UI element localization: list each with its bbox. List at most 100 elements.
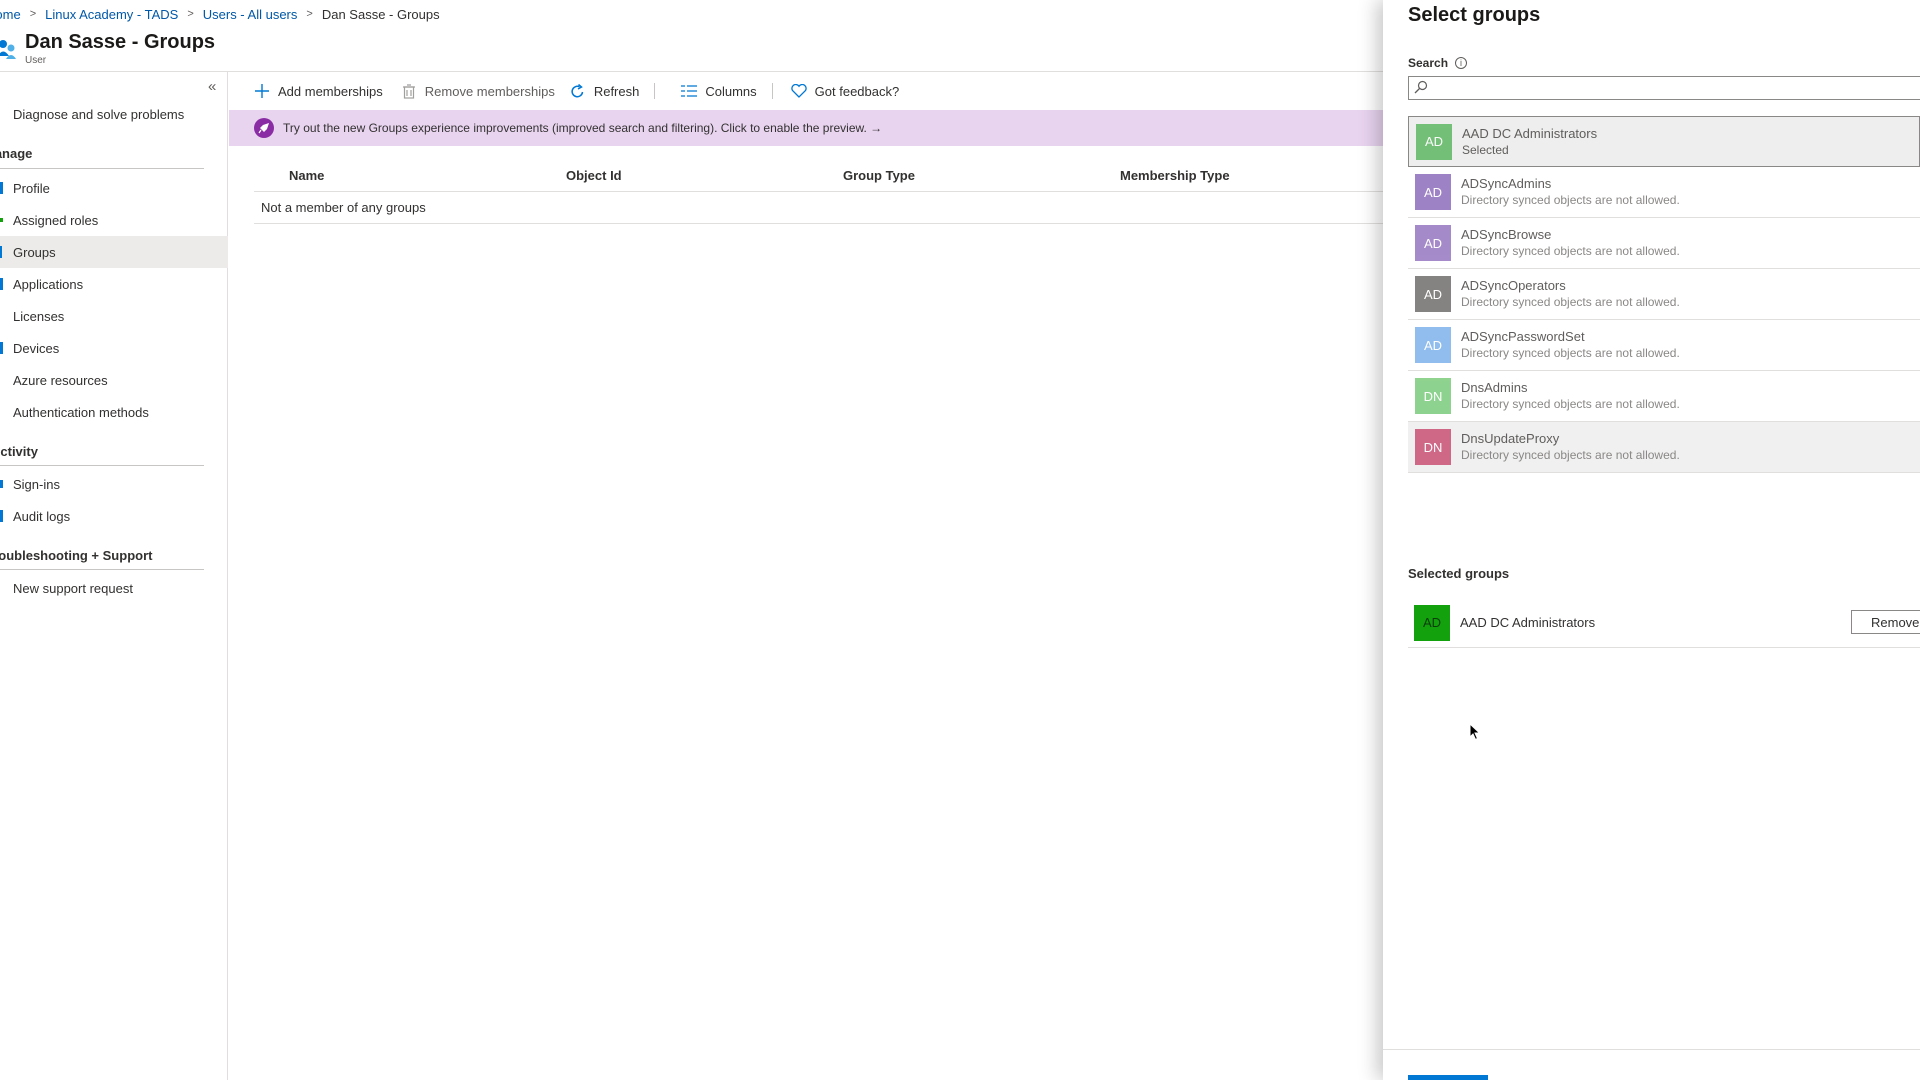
sidebar-item-audit-logs[interactable]: Audit logs — [0, 500, 228, 532]
group-avatar: AD — [1415, 327, 1451, 363]
breadcrumb-directory[interactable]: Linux Academy - TADS — [45, 7, 178, 22]
select-button[interactable] — [1408, 1075, 1488, 1080]
applications-icon — [0, 278, 3, 290]
group-avatar: AD — [1416, 123, 1452, 160]
sidebar-item-devices[interactable]: Devices — [0, 332, 228, 364]
columns-button[interactable]: Columns — [647, 76, 757, 106]
sidebar-item-diagnose[interactable]: Diagnose and solve problems — [0, 98, 228, 130]
sidebar-item-label: Devices — [13, 340, 60, 356]
empty-message: Not a member of any groups — [261, 200, 426, 215]
list-item[interactable]: AD AAD DC Administrators Selected — [1408, 116, 1920, 167]
group-name: ADSyncBrowse — [1461, 227, 1552, 242]
sidebar-item-applications[interactable]: Applications — [0, 268, 228, 300]
sidebar-item-label: Audit logs — [13, 508, 71, 524]
sidebar-item-label: Licenses — [13, 308, 65, 324]
list-item[interactable]: AD ADSyncOperators Directory synced obje… — [1408, 269, 1920, 320]
mouse-cursor-icon — [1469, 723, 1481, 741]
page-title: Dan Sasse - Groups — [25, 31, 216, 53]
heart-icon — [790, 83, 807, 99]
group-avatar: DN — [1415, 378, 1451, 414]
section-divider — [0, 569, 204, 570]
remove-memberships-button[interactable]: Remove memberships — [383, 76, 555, 106]
group-name: ADSyncPasswordSet — [1461, 329, 1585, 344]
group-results-list: AD AAD DC Administrators Selected AD ADS… — [1408, 116, 1920, 473]
preview-banner[interactable]: Try out the new Groups experience improv… — [229, 110, 1383, 146]
user-groups-icon — [0, 40, 16, 59]
selected-groups-heading: Selected groups — [1408, 566, 1510, 581]
sidebar-item-label: Authentication methods — [13, 404, 149, 420]
sidebar-item-groups[interactable]: Groups — [0, 236, 228, 268]
group-status: Directory synced objects are not allowed… — [1461, 295, 1680, 309]
group-avatar: DN — [1415, 429, 1451, 465]
sidebar-item-label: Profile — [13, 180, 50, 196]
section-manage: Manage — [0, 146, 33, 161]
table-header: Name Object Id Group Type Membership Typ… — [254, 160, 1383, 192]
group-name: AAD DC Administrators — [1462, 125, 1598, 141]
groups-icon — [0, 246, 2, 258]
search-input[interactable] — [1433, 79, 1913, 97]
refresh-icon — [570, 83, 586, 99]
sidebar-item-assigned-roles[interactable]: Assigned roles — [0, 204, 228, 236]
breadcrumb-current: Dan Sasse - Groups — [321, 6, 440, 22]
remove-memberships-label: Remove memberships — [424, 83, 555, 99]
sidebar-item-authentication-methods[interactable]: Authentication methods — [0, 396, 228, 428]
search-label: Search i — [1408, 56, 1468, 70]
group-status: Directory synced objects are not allowed… — [1461, 448, 1680, 462]
list-item[interactable]: DN DnsUpdateProxy Directory synced objec… — [1408, 422, 1920, 473]
group-name: DnsUpdateProxy — [1461, 431, 1560, 446]
list-item[interactable]: DN DnsAdmins Directory synced objects ar… — [1408, 371, 1920, 422]
breadcrumb-users[interactable]: Users - All users — [203, 7, 298, 22]
command-bar: Add memberships Remove memberships Refre… — [228, 76, 899, 106]
remove-button[interactable]: Remove — [1851, 610, 1920, 634]
profile-icon — [0, 182, 3, 194]
search-label-text: Search — [1408, 56, 1449, 70]
sidebar-item-profile[interactable]: Profile — [0, 172, 228, 204]
sidebar-item-label: Groups — [13, 244, 56, 260]
search-field[interactable] — [1408, 76, 1920, 100]
search-icon — [1414, 80, 1428, 94]
group-status: Directory synced objects are not allowed… — [1461, 244, 1680, 258]
list-item[interactable]: AD ADSyncAdmins Directory synced objects… — [1408, 167, 1920, 218]
breadcrumb: Home > Linux Academy - TADS > Users - Al… — [0, 6, 440, 22]
group-status: Directory synced objects are not allowed… — [1461, 397, 1680, 411]
group-status: Selected — [1462, 142, 1509, 157]
sidebar-item-sign-ins[interactable]: Sign-ins — [0, 468, 228, 500]
group-avatar: AD — [1415, 174, 1451, 210]
column-header-object-id[interactable]: Object Id — [566, 168, 622, 183]
roles-icon — [0, 218, 3, 222]
selected-group-name: AAD DC Administrators — [1460, 615, 1596, 630]
column-header-group-type[interactable]: Group Type — [843, 168, 915, 183]
sidebar-item-label: Diagnose and solve problems — [13, 106, 185, 122]
sidebar: « Diagnose and solve problems Manage Pro… — [0, 72, 228, 1080]
group-name: ADSyncOperators — [1461, 278, 1566, 293]
sidebar-item-azure-resources[interactable]: Azure resources — [0, 364, 228, 396]
list-item[interactable]: AD ADSyncBrowse Directory synced objects… — [1408, 218, 1920, 269]
collapse-sidebar-icon[interactable]: « — [208, 78, 216, 95]
add-memberships-label: Add memberships — [278, 83, 383, 99]
groups-table: Name Object Id Group Type Membership Typ… — [254, 160, 1383, 224]
column-header-name[interactable]: Name — [289, 168, 324, 183]
section-divider — [0, 465, 204, 466]
sidebar-item-label: Assigned roles — [13, 212, 99, 228]
got-feedback-label: Got feedback? — [814, 83, 900, 99]
info-icon[interactable]: i — [1455, 57, 1468, 69]
blade-title: Select groups — [1408, 4, 1541, 26]
section-activity: Activity — [0, 444, 38, 459]
chevron-right-icon: > — [29, 8, 37, 20]
list-item[interactable]: AD ADSyncPasswordSet Directory synced ob… — [1408, 320, 1920, 371]
group-avatar: AD — [1415, 225, 1451, 261]
got-feedback-button[interactable]: Got feedback? — [765, 76, 900, 106]
trash-icon — [401, 83, 417, 99]
sidebar-item-licenses[interactable]: Licenses — [0, 300, 228, 332]
sidebar-item-label: New support request — [13, 580, 133, 596]
chevron-right-icon: > — [306, 8, 313, 20]
add-memberships-button[interactable]: Add memberships — [228, 76, 383, 106]
page-header: Dan Sasse - Groups User — [0, 30, 215, 70]
breadcrumb-home[interactable]: Home — [0, 7, 21, 22]
devices-icon — [0, 342, 3, 354]
columns-label: Columns — [705, 83, 757, 99]
rocket-icon — [254, 118, 274, 138]
sidebar-item-new-support-request[interactable]: New support request — [0, 572, 228, 604]
refresh-button[interactable]: Refresh — [555, 76, 639, 106]
column-header-membership-type[interactable]: Membership Type — [1120, 168, 1230, 183]
